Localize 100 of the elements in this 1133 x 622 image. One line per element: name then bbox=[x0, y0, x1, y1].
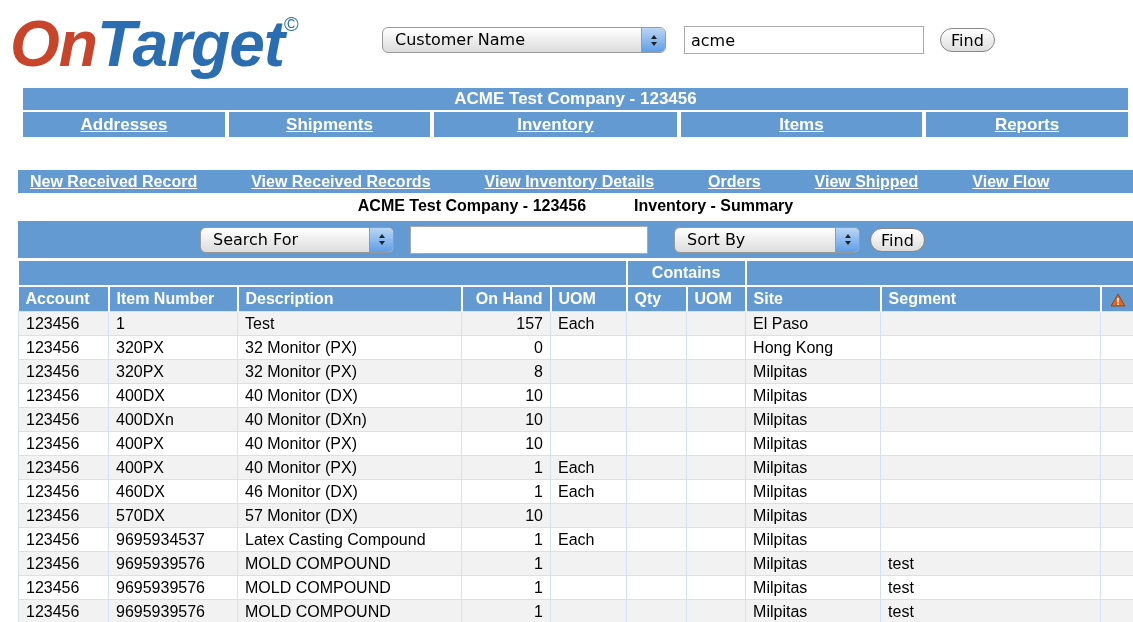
table-cell: 9695934537 bbox=[116, 530, 205, 548]
table-cell: 10 bbox=[525, 434, 543, 452]
table-cell: 320PX bbox=[116, 362, 165, 380]
column-header[interactable]: Account bbox=[18, 286, 109, 312]
column-header[interactable]: UOM bbox=[686, 286, 746, 312]
column-header[interactable]: Item Number bbox=[108, 286, 238, 312]
table-cell: 123456 bbox=[26, 434, 80, 452]
table-cell: MOLD COMPOUND bbox=[245, 602, 391, 620]
column-header[interactable]: UOM bbox=[550, 286, 627, 312]
table-cell: Milpitas bbox=[753, 554, 808, 572]
table-cell: Milpitas bbox=[753, 434, 808, 452]
table-cell: 40 Monitor (PX) bbox=[245, 458, 358, 476]
table-cell: Hong Kong bbox=[753, 338, 834, 356]
table-cell: 10 bbox=[525, 506, 543, 524]
table-cell: 57 Monitor (DX) bbox=[245, 506, 358, 524]
view-heading: Inventory - Summary bbox=[634, 196, 794, 216]
table-cell: 1 bbox=[534, 482, 543, 500]
table-cell: 400DXn bbox=[116, 410, 174, 428]
table-cell: 1 bbox=[116, 314, 125, 332]
sub-nav-link[interactable]: View Shipped bbox=[814, 170, 919, 193]
table-cell: test bbox=[888, 578, 914, 596]
company-heading: ACME Test Company - 123456 bbox=[357, 196, 587, 216]
search-input[interactable]: acme bbox=[684, 26, 924, 54]
table-cell: 123456 bbox=[26, 410, 80, 428]
column-header[interactable]: On Hand bbox=[461, 286, 551, 312]
table-cell: Milpitas bbox=[753, 530, 808, 548]
table-cell: 32 Monitor (PX) bbox=[245, 338, 358, 356]
sort-by-select[interactable]: Sort By bbox=[674, 226, 860, 253]
dropdown-arrows-icon bbox=[649, 33, 658, 47]
table-cell: 123456 bbox=[26, 362, 80, 380]
table-cell: 9695939576 bbox=[116, 602, 205, 620]
company-title-bar: ACME Test Company - 123456 bbox=[23, 88, 1128, 110]
table-cell: 40 Monitor (DX) bbox=[245, 386, 358, 404]
table-cell: Milpitas bbox=[753, 410, 808, 428]
table-cell: 123456 bbox=[26, 554, 80, 572]
table-cell: Milpitas bbox=[753, 458, 808, 476]
table-cell: test bbox=[888, 602, 914, 620]
table-cell: 570DX bbox=[116, 506, 165, 524]
search-field-select[interactable]: Customer Name bbox=[382, 27, 666, 53]
table-cell: MOLD COMPOUND bbox=[245, 578, 391, 596]
sub-nav-link[interactable]: View Received Records bbox=[251, 170, 431, 193]
table-cell: 10 bbox=[525, 386, 543, 404]
table-cell: 123456 bbox=[26, 578, 80, 596]
search-input[interactable] bbox=[410, 225, 648, 254]
column-header[interactable] bbox=[1100, 286, 1133, 312]
column-header[interactable]: Description bbox=[237, 286, 462, 312]
table-cell: Each bbox=[558, 530, 595, 548]
table-cell: El Paso bbox=[753, 314, 809, 332]
search-for-select[interactable]: Search For bbox=[200, 226, 394, 253]
table-cell: Milpitas bbox=[753, 362, 808, 380]
table-cell: 40 Monitor (PX) bbox=[245, 434, 358, 452]
table-cell: 9695939576 bbox=[116, 554, 205, 572]
table-cell: 123456 bbox=[26, 506, 80, 524]
table-cell: Each bbox=[558, 314, 595, 332]
table-cell: 1 bbox=[534, 578, 543, 596]
table-cell: 1 bbox=[534, 458, 543, 476]
table-cell: Latex Casting Compound bbox=[245, 530, 426, 548]
table-cell: 157 bbox=[516, 314, 543, 332]
table-cell: 40 Monitor (DXn) bbox=[245, 410, 367, 428]
table-cell: 123456 bbox=[26, 314, 80, 332]
table-cell: Milpitas bbox=[753, 602, 808, 620]
find-button[interactable]: Find bbox=[940, 28, 995, 52]
table-cell: 400PX bbox=[116, 434, 165, 452]
table-cell: 0 bbox=[534, 338, 543, 356]
table-cell: 460DX bbox=[116, 482, 165, 500]
table-cell: 1 bbox=[534, 602, 543, 620]
sub-nav-link[interactable]: View Flow bbox=[972, 170, 1050, 193]
table-cell: 123456 bbox=[26, 530, 80, 548]
table-cell: 46 Monitor (DX) bbox=[245, 482, 358, 500]
table-cell: Each bbox=[558, 458, 595, 476]
column-header[interactable]: Qty bbox=[626, 286, 687, 312]
table-cell: Milpitas bbox=[753, 578, 808, 596]
table-cell: 1 bbox=[534, 554, 543, 572]
sub-nav-link[interactable]: View Inventory Details bbox=[484, 170, 655, 193]
table-cell: 9695939576 bbox=[116, 578, 205, 596]
table-cell: Test bbox=[245, 314, 275, 332]
find-button[interactable]: Find bbox=[870, 227, 925, 252]
table-cell: 123456 bbox=[26, 338, 80, 356]
sub-nav-link[interactable]: New Received Record bbox=[30, 170, 198, 193]
table-cell: 1 bbox=[534, 530, 543, 548]
table-cell: Milpitas bbox=[753, 386, 808, 404]
table-cell: 400PX bbox=[116, 458, 165, 476]
table-cell: Each bbox=[558, 482, 595, 500]
dropdown-arrows-icon bbox=[377, 233, 386, 246]
warning-icon bbox=[1109, 292, 1126, 307]
table-cell: Milpitas bbox=[753, 506, 808, 524]
table-cell: 123456 bbox=[26, 482, 80, 500]
table-cell: 10 bbox=[525, 410, 543, 428]
table-cell: 123456 bbox=[26, 386, 80, 404]
column-header[interactable]: Segment bbox=[880, 286, 1101, 312]
table-cell: Milpitas bbox=[753, 482, 808, 500]
table-cell: 400DX bbox=[116, 386, 165, 404]
column-header[interactable]: Site bbox=[745, 286, 881, 312]
table-cell: 32 Monitor (PX) bbox=[245, 362, 358, 380]
table-cell: test bbox=[888, 554, 914, 572]
sub-nav-link[interactable]: Orders bbox=[708, 170, 761, 193]
table-cell: 123456 bbox=[26, 458, 80, 476]
table-cell: 123456 bbox=[26, 602, 80, 620]
dropdown-arrows-icon bbox=[843, 233, 852, 246]
table-cell: MOLD COMPOUND bbox=[245, 554, 391, 572]
